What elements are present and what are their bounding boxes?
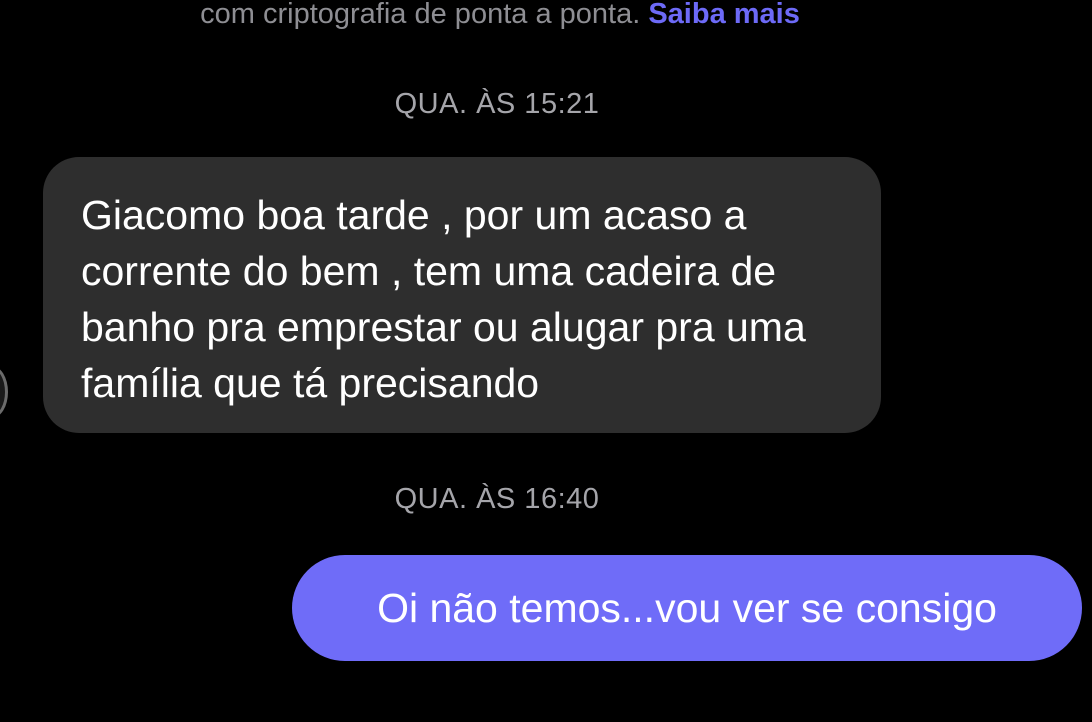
learn-more-link[interactable]: Saiba mais [648,0,800,30]
message-timestamp: QUA. ÀS 16:40 [394,483,600,515]
sender-avatar[interactable] [0,366,8,418]
incoming-message-text: Giacomo boa tarde , por um acaso a corre… [81,192,806,406]
outgoing-message-text: Oi não temos...vou ver se consigo [377,584,997,631]
incoming-message-bubble[interactable]: Giacomo boa tarde , por um acaso a corre… [43,157,881,433]
message-timestamp: QUA. ÀS 15:21 [394,88,600,120]
encryption-notice-text: com criptografia de ponta a ponta. [200,0,641,30]
encryption-notice: com criptografia de ponta a ponta. Saiba… [0,0,1000,40]
outgoing-message-bubble[interactable]: Oi não temos...vou ver se consigo [292,555,1082,661]
